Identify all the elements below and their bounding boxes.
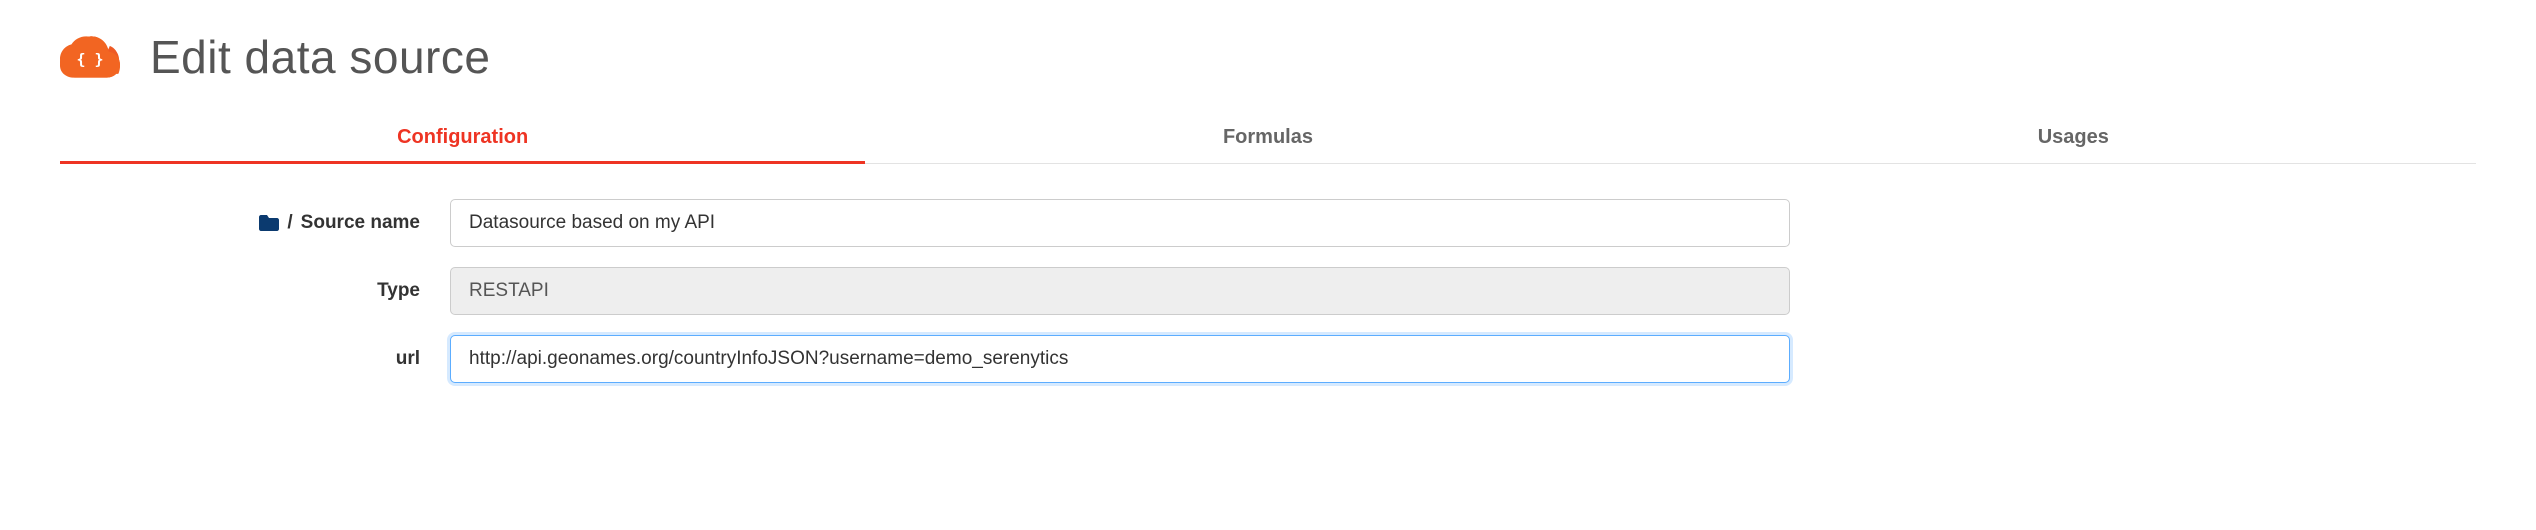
svg-text:{ }: { } — [76, 51, 103, 69]
source-name-input[interactable] — [450, 199, 1790, 247]
tab-usages[interactable]: Usages — [1671, 114, 2476, 163]
tab-label: Formulas — [1223, 126, 1313, 148]
tab-bar: Configuration Formulas Usages — [60, 114, 2476, 164]
type-label: Type — [60, 280, 450, 302]
label-text: Type — [377, 280, 420, 302]
page-title: Edit data source — [150, 30, 490, 84]
tab-configuration[interactable]: Configuration — [60, 114, 865, 163]
form-row-source-name: / Source name — [60, 199, 2476, 247]
tab-label: Configuration — [397, 126, 528, 148]
form-row-url: url — [60, 335, 2476, 383]
source-name-label: / Source name — [60, 212, 450, 234]
type-input — [450, 267, 1790, 315]
form-row-type: Type — [60, 267, 2476, 315]
folder-icon — [259, 215, 279, 231]
tab-label: Usages — [2038, 126, 2109, 148]
url-input[interactable] — [450, 335, 1790, 383]
tab-formulas[interactable]: Formulas — [865, 114, 1670, 163]
label-separator: / — [287, 212, 292, 234]
configuration-form: / Source name Type url — [60, 199, 2476, 383]
label-text: Source name — [301, 212, 420, 234]
label-text: url — [396, 348, 420, 370]
page-header: { } Edit data source — [60, 30, 2476, 84]
cloud-braces-icon: { } — [60, 36, 120, 78]
url-label: url — [60, 348, 450, 370]
